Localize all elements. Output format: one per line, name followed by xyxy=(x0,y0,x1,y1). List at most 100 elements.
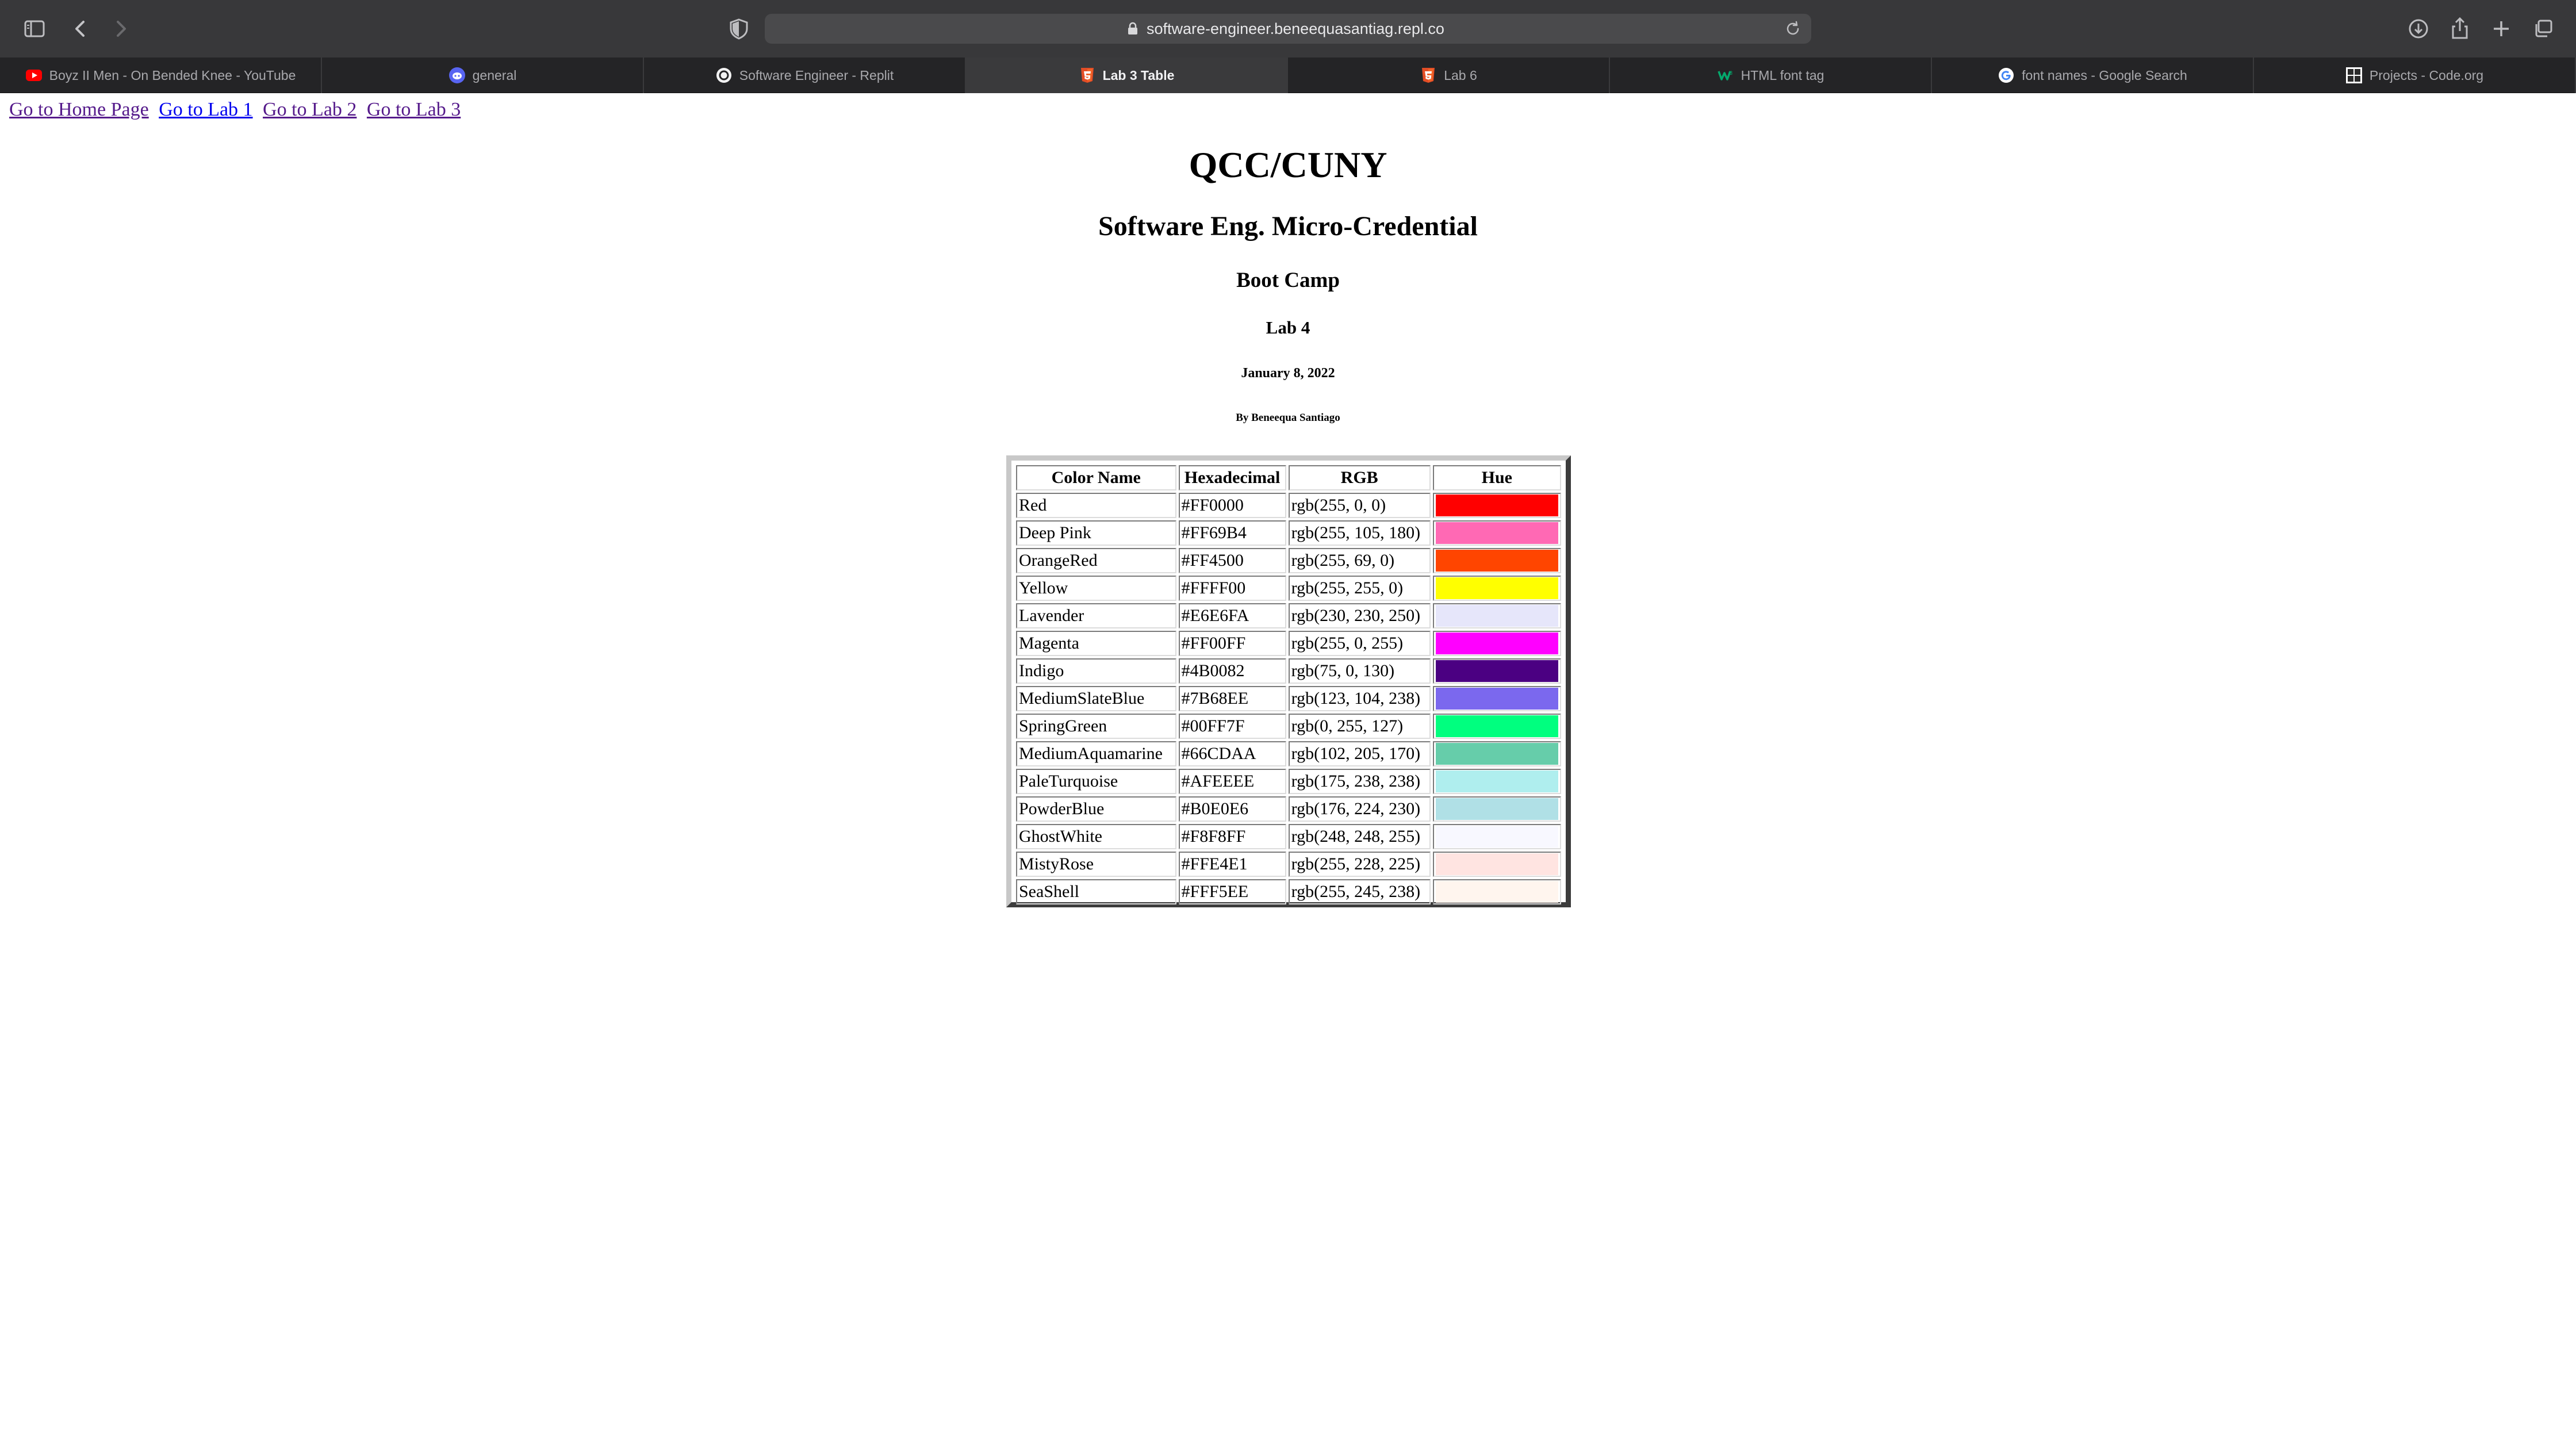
hue-cell xyxy=(1432,769,1561,794)
tab-google-search[interactable]: font names - Google Search xyxy=(1932,57,2254,93)
html5-icon xyxy=(1079,67,1096,84)
table-row: Yellow #FFFF00 rgb(255, 255, 0) xyxy=(1016,576,1561,601)
reload-icon[interactable] xyxy=(1784,20,1802,38)
color-name-cell: MediumSlateBlue xyxy=(1016,686,1176,711)
hex-cell: #F8F8FF xyxy=(1178,824,1286,849)
hex-cell: #4B0082 xyxy=(1178,658,1286,684)
tab-label: Software Engineer - Replit xyxy=(739,67,894,83)
color-swatch xyxy=(1435,853,1558,875)
tab-label: Lab 6 xyxy=(1444,67,1477,83)
table-row: Indigo #4B0082 rgb(75, 0, 130) xyxy=(1016,658,1561,684)
google-icon xyxy=(1998,67,2015,84)
tab-label: general xyxy=(472,67,517,83)
new-tab-icon[interactable] xyxy=(2485,13,2517,45)
table-row: PaleTurquoise #AFEEEE rgb(175, 238, 238) xyxy=(1016,769,1561,794)
table-row: SeaShell #FFF5EE rgb(255, 245, 238) xyxy=(1016,879,1561,904)
share-icon[interactable] xyxy=(2444,13,2476,45)
color-swatch xyxy=(1435,688,1558,710)
hue-cell xyxy=(1432,658,1561,684)
color-name-cell: Yellow xyxy=(1016,576,1176,601)
hex-cell: #FFE4E1 xyxy=(1178,852,1286,877)
lab3-link[interactable]: Go to Lab 3 xyxy=(367,99,461,120)
table-row: Magenta #FF00FF rgb(255, 0, 255) xyxy=(1016,631,1561,656)
forward-icon[interactable] xyxy=(105,13,137,45)
hex-cell: #FF69B4 xyxy=(1178,520,1286,546)
tab-overview-icon[interactable] xyxy=(2528,13,2560,45)
tab-code-org[interactable]: Projects - Code.org xyxy=(2254,57,2576,93)
lock-icon xyxy=(1125,21,1141,37)
table-body: Red #FF0000 rgb(255, 0, 0) Deep Pink #FF69B4… xyxy=(1016,493,1561,904)
rgb-cell: rgb(248, 248, 255) xyxy=(1288,824,1431,849)
address-bar[interactable]: software-engineer.beneequasantiag.repl.c… xyxy=(765,14,1811,44)
tab-lab6[interactable]: Lab 6 xyxy=(1288,57,1610,93)
youtube-icon xyxy=(25,67,43,84)
color-name-cell: OrangeRed xyxy=(1016,548,1176,573)
svg-text:3: 3 xyxy=(1730,70,1732,76)
url-text[interactable]: software-engineer.beneequasantiag.repl.c… xyxy=(1147,14,1444,44)
hex-cell: #FFFF00 xyxy=(1178,576,1286,601)
color-swatch xyxy=(1435,522,1558,544)
color-table-frame: Color Name Hexadecimal RGB Hue Red #FF000… xyxy=(1006,455,1571,907)
tab-replit[interactable]: Software Engineer - Replit xyxy=(644,57,966,93)
downloads-icon[interactable] xyxy=(2402,13,2435,45)
privacy-shield-icon[interactable] xyxy=(728,17,750,40)
hex-cell: #FFF5EE xyxy=(1178,879,1286,904)
color-name-cell: Deep Pink xyxy=(1016,520,1176,546)
hue-cell xyxy=(1432,520,1561,546)
author-heading: By Beneequa Santiago xyxy=(1236,412,1340,424)
lab2-link[interactable]: Go to Lab 2 xyxy=(263,99,356,120)
color-name-cell: Indigo xyxy=(1016,658,1176,684)
table-row: OrangeRed #FF4500 rgb(255, 69, 0) xyxy=(1016,548,1561,573)
discord-icon xyxy=(448,67,466,84)
hue-cell xyxy=(1432,852,1561,877)
rgb-cell: rgb(255, 245, 238) xyxy=(1288,879,1431,904)
tab-label: HTML font tag xyxy=(1741,67,1824,83)
color-name-cell: PaleTurquoise xyxy=(1016,769,1176,794)
table-row: GhostWhite #F8F8FF rgb(248, 248, 255) xyxy=(1016,824,1561,849)
sidebar-toggle-icon[interactable] xyxy=(18,13,51,45)
color-name-cell: MediumAquamarine xyxy=(1016,741,1176,766)
tab-bar: Boyz II Men - On Bended Knee - YouTube g… xyxy=(0,57,2576,93)
rgb-cell: rgb(230, 230, 250) xyxy=(1288,603,1431,628)
hex-cell: #B0E0E6 xyxy=(1178,796,1286,822)
color-name-cell: MistyRose xyxy=(1016,852,1176,877)
hue-cell xyxy=(1432,686,1561,711)
hue-cell xyxy=(1432,741,1561,766)
table-row: SpringGreen #00FF7F rgb(0, 255, 127) xyxy=(1016,714,1561,739)
tab-lab3-table[interactable]: Lab 3 Table xyxy=(966,57,1288,93)
hex-cell: #66CDAA xyxy=(1178,741,1286,766)
hue-cell xyxy=(1432,631,1561,656)
hex-cell: #AFEEEE xyxy=(1178,769,1286,794)
rgb-cell: rgb(255, 105, 180) xyxy=(1288,520,1431,546)
hue-cell xyxy=(1432,603,1561,628)
subtitle: Software Eng. Micro-Credential xyxy=(1098,211,1478,241)
tab-label: Projects - Code.org xyxy=(2369,67,2484,83)
rgb-cell: rgb(102, 205, 170) xyxy=(1288,741,1431,766)
back-icon[interactable] xyxy=(64,13,97,45)
header-hue: Hue xyxy=(1432,465,1561,490)
lab-heading: Lab 4 xyxy=(1266,317,1310,338)
rgb-cell: rgb(75, 0, 130) xyxy=(1288,658,1431,684)
color-swatch xyxy=(1435,660,1558,682)
tab-html-font-tag[interactable]: 3 HTML font tag xyxy=(1610,57,1932,93)
color-name-cell: SpringGreen xyxy=(1016,714,1176,739)
tab-youtube[interactable]: Boyz II Men - On Bended Knee - YouTube xyxy=(0,57,322,93)
table-row: Red #FF0000 rgb(255, 0, 0) xyxy=(1016,493,1561,518)
home-page-link[interactable]: Go to Home Page xyxy=(9,99,149,120)
hue-cell xyxy=(1432,548,1561,573)
tab-discord[interactable]: general xyxy=(322,57,644,93)
color-name-cell: Lavender xyxy=(1016,603,1176,628)
lab1-link[interactable]: Go to Lab 1 xyxy=(159,99,252,120)
rgb-cell: rgb(255, 0, 255) xyxy=(1288,631,1431,656)
hex-cell: #00FF7F xyxy=(1178,714,1286,739)
color-name-cell: Magenta xyxy=(1016,631,1176,656)
replit-icon xyxy=(715,67,733,84)
color-swatch xyxy=(1435,715,1558,737)
rgb-cell: rgb(255, 0, 0) xyxy=(1288,493,1431,518)
hex-cell: #FF00FF xyxy=(1178,631,1286,656)
w3schools-icon: 3 xyxy=(1717,67,1734,84)
header-color-name: Color Name xyxy=(1016,465,1176,490)
rgb-cell: rgb(176, 224, 230) xyxy=(1288,796,1431,822)
tab-label: Lab 3 Table xyxy=(1102,67,1175,83)
program-heading: Boot Camp xyxy=(1236,269,1340,292)
